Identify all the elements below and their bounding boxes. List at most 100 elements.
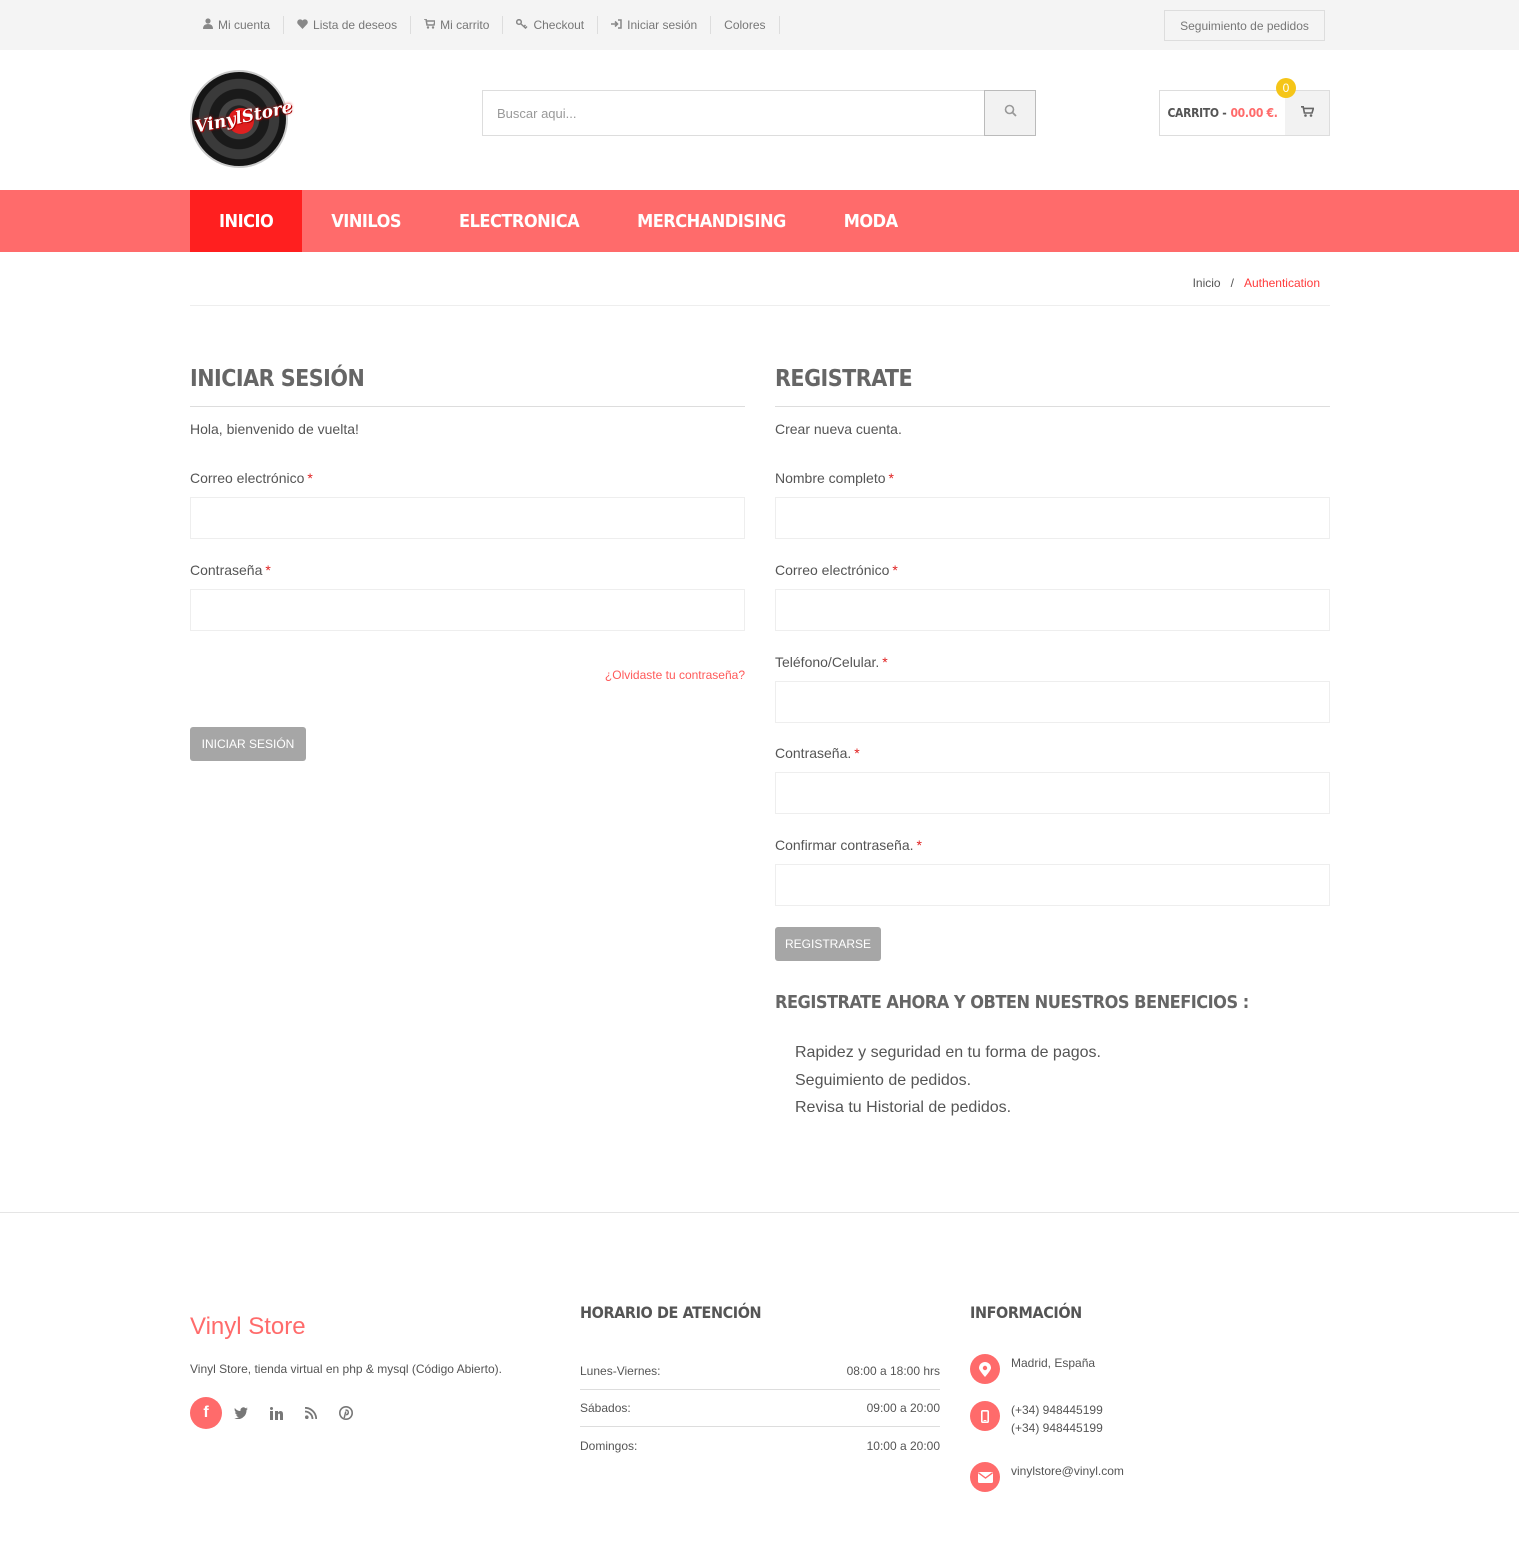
phone-text: (+34) 948445199 (+34) 948445199 xyxy=(1011,1401,1103,1437)
sign-in-link[interactable]: Iniciar sesión xyxy=(598,16,712,34)
search-icon xyxy=(1004,104,1017,122)
cart-icon xyxy=(1300,104,1314,122)
breadcrumb: Inicio / Authentication xyxy=(1193,276,1320,290)
footer-divider xyxy=(0,1212,1519,1213)
map-marker-icon xyxy=(970,1354,1000,1384)
cart-label: CARRITO - xyxy=(1167,106,1227,120)
breadcrumb-divider xyxy=(190,305,1330,306)
register-phone-field: Teléfono/Celular. * xyxy=(775,654,1330,723)
sign-in-icon xyxy=(611,18,622,32)
benefits-title: REGISTRATE AHORA Y OBTEN NUESTROS BENEFI… xyxy=(775,992,1249,1013)
wishlist-link[interactable]: Lista de deseos xyxy=(284,16,412,34)
register-button[interactable]: REGISTRARSE xyxy=(775,927,881,961)
search-input[interactable] xyxy=(483,91,984,135)
register-confirm-field: Confirmar contraseña. * xyxy=(775,837,1330,906)
hours-row: Domingos: 10:00 a 20:00 xyxy=(580,1427,940,1464)
register-phone-label: Teléfono/Celular. * xyxy=(775,654,888,670)
hours-time: 09:00 a 20:00 xyxy=(866,1401,940,1415)
email-text[interactable]: vinylstore@vinyl.com xyxy=(1011,1462,1124,1492)
top-links: Mi cuenta Lista de deseos Mi carrito Che… xyxy=(190,0,780,50)
register-name-field: Nombre completo * xyxy=(775,470,1330,539)
facebook-icon[interactable]: f xyxy=(190,1397,222,1429)
phone-number[interactable]: (+34) 948445199 xyxy=(1011,1401,1103,1419)
login-button[interactable]: INICIAR SESIÓN xyxy=(190,727,306,761)
footer-brand: Vinyl Store xyxy=(190,1313,306,1340)
register-confirm-label: Confirmar contraseña. * xyxy=(775,837,922,853)
login-intro: Hola, bienvenido de vuelta! xyxy=(190,421,359,437)
email-info: vinylstore@vinyl.com xyxy=(970,1462,1330,1492)
login-password-input[interactable] xyxy=(190,589,745,631)
register-name-input[interactable] xyxy=(775,497,1330,539)
benefit-item: Rapidez y seguridad en tu forma de pagos… xyxy=(795,1044,1101,1061)
hours-row: Sábados: 09:00 a 20:00 xyxy=(580,1390,940,1427)
pinterest-icon[interactable] xyxy=(330,1397,362,1429)
required-mark: * xyxy=(892,562,898,578)
register-section: REGISTRATE Crear nueva cuenta. Nombre co… xyxy=(775,360,1330,1116)
nav-item-electronica[interactable]: ELECTRONICA xyxy=(430,190,608,252)
my-account-link[interactable]: Mi cuenta xyxy=(190,16,285,34)
nav-item-merchandising[interactable]: MERCHANDISING xyxy=(608,190,815,252)
info-title: INFORMACIÓN xyxy=(970,1303,1082,1322)
twitter-icon[interactable] xyxy=(225,1397,257,1429)
hours-title: HORARIO DE ATENCIÓN xyxy=(580,1303,762,1322)
checkout-link[interactable]: Checkout xyxy=(503,16,599,34)
user-icon xyxy=(203,18,213,32)
nav-item-inicio[interactable]: INICIO xyxy=(190,190,303,252)
benefit-item: Revisa tu Historial de pedidos. xyxy=(795,1099,1012,1116)
envelope-icon xyxy=(970,1462,1000,1492)
required-mark: * xyxy=(265,562,271,578)
cart-summary[interactable]: CARRITO - 00.00 €. 0 xyxy=(1159,78,1330,136)
linkedin-icon[interactable] xyxy=(260,1397,292,1429)
benefit-item: Seguimiento de pedidos. xyxy=(795,1071,972,1089)
phone-number[interactable]: (+34) 948445199 xyxy=(1011,1419,1103,1437)
breadcrumb-separator: / xyxy=(1230,276,1234,290)
top-bar: Mi cuenta Lista de deseos Mi carrito Che… xyxy=(0,0,1519,50)
key-icon xyxy=(516,18,528,32)
cart-text: CARRITO - 00.00 €. xyxy=(1160,91,1285,135)
breadcrumb-current: Authentication xyxy=(1243,276,1320,290)
nav-item-moda[interactable]: MODA xyxy=(815,190,927,252)
hours-table: Lunes-Viernes: 08:00 a 18:00 hrs Sábados… xyxy=(580,1353,940,1464)
vinyl-store-logo[interactable]: VinylStore xyxy=(190,70,294,168)
register-email-label: Correo electrónico * xyxy=(775,562,898,578)
address-info: Madrid, España xyxy=(970,1354,1330,1384)
footer-description: Vinyl Store, tienda virtual en php & mys… xyxy=(190,1362,502,1376)
register-name-label: Nombre completo * xyxy=(775,470,894,486)
login-email-input[interactable] xyxy=(190,497,745,539)
hours-day: Sábados: xyxy=(580,1401,631,1415)
address-text: Madrid, España xyxy=(1011,1356,1096,1370)
required-mark: * xyxy=(307,470,313,486)
forgot-password-link[interactable]: ¿Olvidaste tu contraseña? xyxy=(605,668,745,682)
register-email-field: Correo electrónico * xyxy=(775,562,1330,631)
breadcrumb-home[interactable]: Inicio xyxy=(1193,276,1221,290)
nav-items: INICIO VINILOS ELECTRONICA MERCHANDISING… xyxy=(190,190,927,252)
mobile-phone-icon xyxy=(970,1401,1000,1431)
login-title: INICIAR SESIÓN xyxy=(190,360,745,407)
register-title: REGISTRATE xyxy=(775,360,1330,407)
login-email-field: Correo electrónico * xyxy=(190,470,745,539)
nav-item-vinilos[interactable]: VINILOS xyxy=(302,190,430,252)
login-section: INICIAR SESIÓN Hola, bienvenido de vuelt… xyxy=(190,360,745,761)
cart-button[interactable] xyxy=(1285,91,1329,135)
register-intro: Crear nueva cuenta. xyxy=(775,421,902,437)
social-links: f xyxy=(190,1397,365,1429)
required-mark: * xyxy=(888,470,894,486)
main-nav: INICIO VINILOS ELECTRONICA MERCHANDISING… xyxy=(0,190,1519,252)
rss-icon[interactable] xyxy=(295,1397,327,1429)
required-mark: * xyxy=(916,837,922,853)
register-password-input[interactable] xyxy=(775,772,1330,814)
search-button[interactable] xyxy=(984,90,1036,136)
hours-row: Lunes-Viernes: 08:00 a 18:00 hrs xyxy=(580,1353,940,1390)
track-orders-button[interactable]: Seguimiento de pedidos xyxy=(1164,10,1325,41)
register-phone-input[interactable] xyxy=(775,681,1330,723)
benefits-list: Rapidez y seguridad en tu forma de pagos… xyxy=(795,1044,1101,1127)
hours-day: Domingos: xyxy=(580,1438,638,1453)
colors-link[interactable]: Colores xyxy=(711,16,780,34)
my-cart-link[interactable]: Mi carrito xyxy=(411,16,504,34)
register-confirm-input[interactable] xyxy=(775,864,1330,906)
cart-amount: 00.00 €. xyxy=(1230,106,1278,120)
hours-time: 08:00 a 18:00 hrs xyxy=(846,1364,940,1378)
login-email-label: Correo electrónico * xyxy=(190,470,313,486)
register-email-input[interactable] xyxy=(775,589,1330,631)
register-password-field: Contraseña. * xyxy=(775,745,1330,814)
